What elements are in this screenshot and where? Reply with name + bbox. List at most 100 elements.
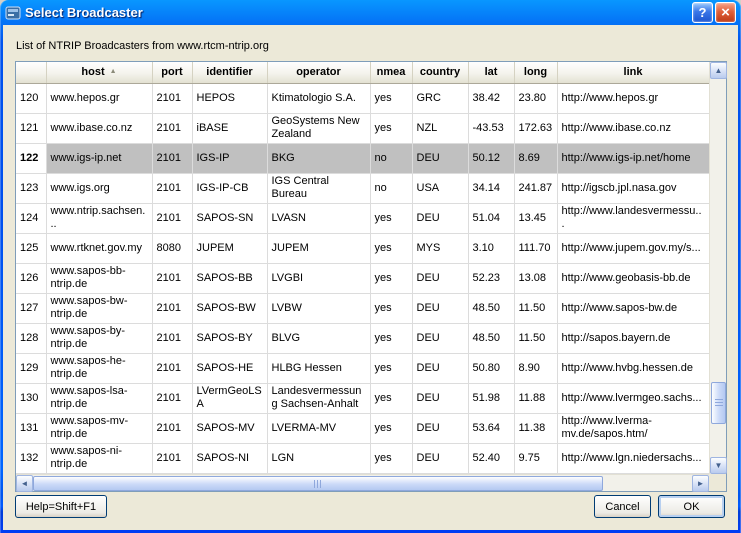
cell-operator[interactable]: LVGBI — [267, 263, 370, 293]
cell-port[interactable]: 2101 — [152, 173, 192, 203]
cell-port[interactable]: 2101 — [152, 383, 192, 413]
cell-country[interactable]: DEU — [412, 293, 468, 323]
cell-host[interactable]: www.rtknet.gov.my — [46, 233, 152, 263]
cell-host[interactable]: www.sapos-bb-ntrip.de — [46, 263, 152, 293]
table-row[interactable]: 123www.igs.org2101IGS-IP-CBIGS Central B… — [16, 173, 709, 203]
scroll-right-icon[interactable]: ► — [692, 475, 709, 492]
cell-num[interactable]: 126 — [16, 263, 46, 293]
table-row[interactable]: 121www.ibase.co.nz2101iBASEGeoSystems Ne… — [16, 113, 709, 143]
help-button[interactable]: Help=Shift+F1 — [15, 495, 107, 518]
cell-num[interactable]: 121 — [16, 113, 46, 143]
cell-identifier[interactable]: SAPOS-NI — [192, 443, 267, 473]
cell-operator[interactable]: HLBG Hessen — [267, 353, 370, 383]
cell-lat[interactable]: 38.42 — [468, 83, 514, 113]
cell-nmea[interactable]: no — [370, 173, 412, 203]
cell-operator[interactable]: LVBW — [267, 293, 370, 323]
cell-identifier[interactable]: iBASE — [192, 113, 267, 143]
cell-operator[interactable]: LGN — [267, 443, 370, 473]
titlebar-help-icon[interactable]: ? — [692, 2, 713, 23]
cancel-button[interactable]: Cancel — [594, 495, 651, 518]
cell-nmea[interactable]: yes — [370, 413, 412, 443]
scroll-left-icon[interactable]: ◄ — [16, 475, 33, 492]
table-row[interactable]: 127www.sapos-bw-ntrip.de2101SAPOS-BWLVBW… — [16, 293, 709, 323]
cell-link[interactable]: http://www.lgn.niedersachs... — [557, 443, 709, 473]
cell-link[interactable]: http://sapos.bayern.de — [557, 323, 709, 353]
cell-host[interactable]: www.sapos-mv-ntrip.de — [46, 413, 152, 443]
cell-lat[interactable]: 50.12 — [468, 143, 514, 173]
cell-long[interactable]: 9.75 — [514, 443, 557, 473]
cell-host[interactable]: www.ibase.co.nz — [46, 113, 152, 143]
table-row[interactable]: 131www.sapos-mv-ntrip.de2101SAPOS-MVLVER… — [16, 413, 709, 443]
cell-host[interactable]: www.sapos-lsa-ntrip.de — [46, 383, 152, 413]
cell-long[interactable]: 13.45 — [514, 203, 557, 233]
table-row[interactable]: 124www.ntrip.sachsen...2101SAPOS-SNLVASN… — [16, 203, 709, 233]
cell-link[interactable]: http://www.sapos-bw.de — [557, 293, 709, 323]
cell-country[interactable]: USA — [412, 173, 468, 203]
cell-host[interactable]: www.ntrip.sachsen... — [46, 203, 152, 233]
cell-lat[interactable]: 51.04 — [468, 203, 514, 233]
cell-operator[interactable]: BLVG — [267, 323, 370, 353]
cell-port[interactable]: 2101 — [152, 413, 192, 443]
cell-lat[interactable]: 34.14 — [468, 173, 514, 203]
title-bar[interactable]: Select Broadcaster ? × — [0, 0, 741, 25]
col-header-country[interactable]: country — [412, 62, 468, 83]
close-icon[interactable]: × — [715, 2, 736, 23]
col-header-long[interactable]: long — [514, 62, 557, 83]
cell-port[interactable]: 2101 — [152, 443, 192, 473]
cell-port[interactable]: 2101 — [152, 353, 192, 383]
cell-num[interactable]: 131 — [16, 413, 46, 443]
cell-identifier[interactable]: SAPOS-BY — [192, 323, 267, 353]
cell-country[interactable]: DEU — [412, 263, 468, 293]
cell-country[interactable]: DEU — [412, 443, 468, 473]
cell-country[interactable]: GRC — [412, 83, 468, 113]
cell-port[interactable]: 8080 — [152, 233, 192, 263]
cell-port[interactable]: 2101 — [152, 293, 192, 323]
cell-lat[interactable]: 50.80 — [468, 353, 514, 383]
col-header-port[interactable]: port — [152, 62, 192, 83]
cell-identifier[interactable]: SAPOS-BB — [192, 263, 267, 293]
col-header-nmea[interactable]: nmea — [370, 62, 412, 83]
cell-identifier[interactable]: HEPOS — [192, 83, 267, 113]
table-row[interactable]: 130www.sapos-lsa-ntrip.de2101LVermGeoLSA… — [16, 383, 709, 413]
cell-operator[interactable]: JUPEM — [267, 233, 370, 263]
cell-link[interactable]: http://www.geobasis-bb.de — [557, 263, 709, 293]
cell-long[interactable]: 172.63 — [514, 113, 557, 143]
scroll-down-icon[interactable]: ▼ — [710, 457, 727, 474]
cell-num[interactable]: 124 — [16, 203, 46, 233]
cell-host[interactable]: www.hepos.gr — [46, 83, 152, 113]
ok-button[interactable]: OK — [658, 495, 725, 518]
table-row[interactable]: 128www.sapos-by-ntrip.de2101SAPOS-BYBLVG… — [16, 323, 709, 353]
cell-lat[interactable]: 52.23 — [468, 263, 514, 293]
table-row[interactable]: 122www.igs-ip.net2101IGS-IPBKGnoDEU50.12… — [16, 143, 709, 173]
cell-host[interactable]: www.sapos-he-ntrip.de — [46, 353, 152, 383]
cell-operator[interactable]: IGS Central Bureau — [267, 173, 370, 203]
cell-identifier[interactable]: SAPOS-HE — [192, 353, 267, 383]
cell-long[interactable]: 23.80 — [514, 83, 557, 113]
cell-identifier[interactable]: SAPOS-SN — [192, 203, 267, 233]
cell-num[interactable]: 125 — [16, 233, 46, 263]
cell-num[interactable]: 128 — [16, 323, 46, 353]
cell-operator[interactable]: Ktimatologio S.A. — [267, 83, 370, 113]
col-header-link[interactable]: link — [557, 62, 709, 83]
cell-operator[interactable]: BKG — [267, 143, 370, 173]
cell-long[interactable]: 111.70 — [514, 233, 557, 263]
cell-long[interactable]: 11.38 — [514, 413, 557, 443]
cell-port[interactable]: 2101 — [152, 263, 192, 293]
cell-country[interactable]: DEU — [412, 413, 468, 443]
cell-host[interactable]: www.igs.org — [46, 173, 152, 203]
cell-country[interactable]: NZL — [412, 113, 468, 143]
cell-num[interactable]: 130 — [16, 383, 46, 413]
cell-port[interactable]: 2101 — [152, 323, 192, 353]
cell-long[interactable]: 11.88 — [514, 383, 557, 413]
cell-nmea[interactable]: yes — [370, 233, 412, 263]
cell-country[interactable]: DEU — [412, 383, 468, 413]
col-header-operator[interactable]: operator — [267, 62, 370, 83]
table-row[interactable]: 129www.sapos-he-ntrip.de2101SAPOS-HEHLBG… — [16, 353, 709, 383]
cell-long[interactable]: 11.50 — [514, 323, 557, 353]
cell-link[interactable]: http://www.hvbg.hessen.de — [557, 353, 709, 383]
cell-lat[interactable]: 52.40 — [468, 443, 514, 473]
cell-identifier[interactable]: IGS-IP-CB — [192, 173, 267, 203]
cell-host[interactable]: www.sapos-ni-ntrip.de — [46, 443, 152, 473]
cell-identifier[interactable]: SAPOS-MV — [192, 413, 267, 443]
cell-num[interactable]: 129 — [16, 353, 46, 383]
